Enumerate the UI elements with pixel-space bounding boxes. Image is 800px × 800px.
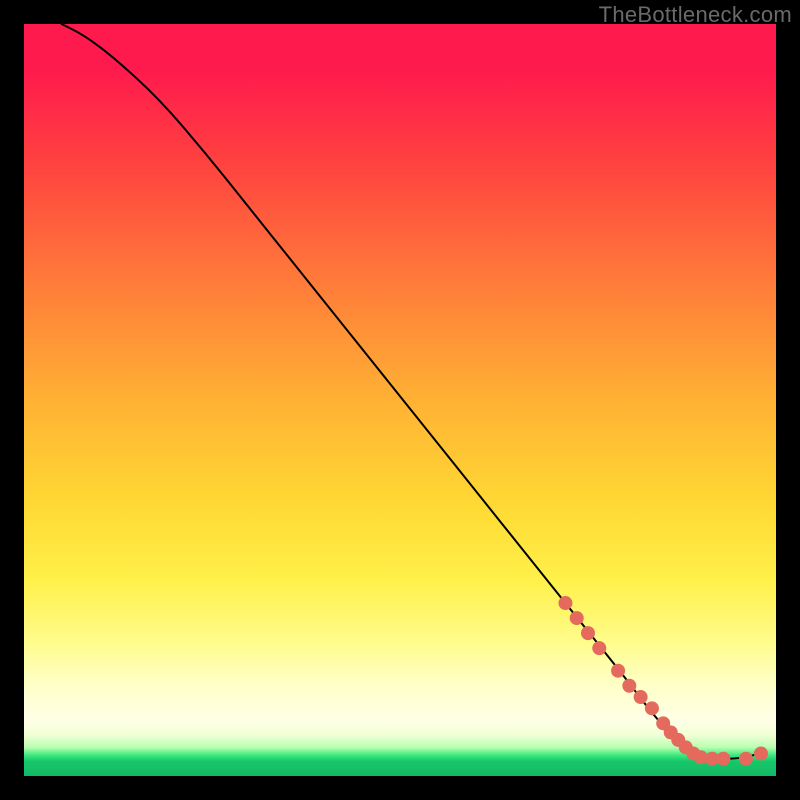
marker-dot <box>558 596 572 610</box>
chart-svg <box>24 24 776 776</box>
marker-dot <box>592 641 606 655</box>
plot-area <box>24 24 776 776</box>
curve-line <box>62 24 761 759</box>
marker-dot <box>611 664 625 678</box>
marker-dot <box>739 752 753 766</box>
chart-frame <box>24 24 776 776</box>
marker-dot <box>634 690 648 704</box>
marker-dot <box>622 679 636 693</box>
marker-group <box>558 596 768 766</box>
marker-dot <box>581 626 595 640</box>
marker-dot <box>754 746 768 760</box>
marker-dot <box>716 752 730 766</box>
marker-dot <box>570 611 584 625</box>
marker-dot <box>645 701 659 715</box>
